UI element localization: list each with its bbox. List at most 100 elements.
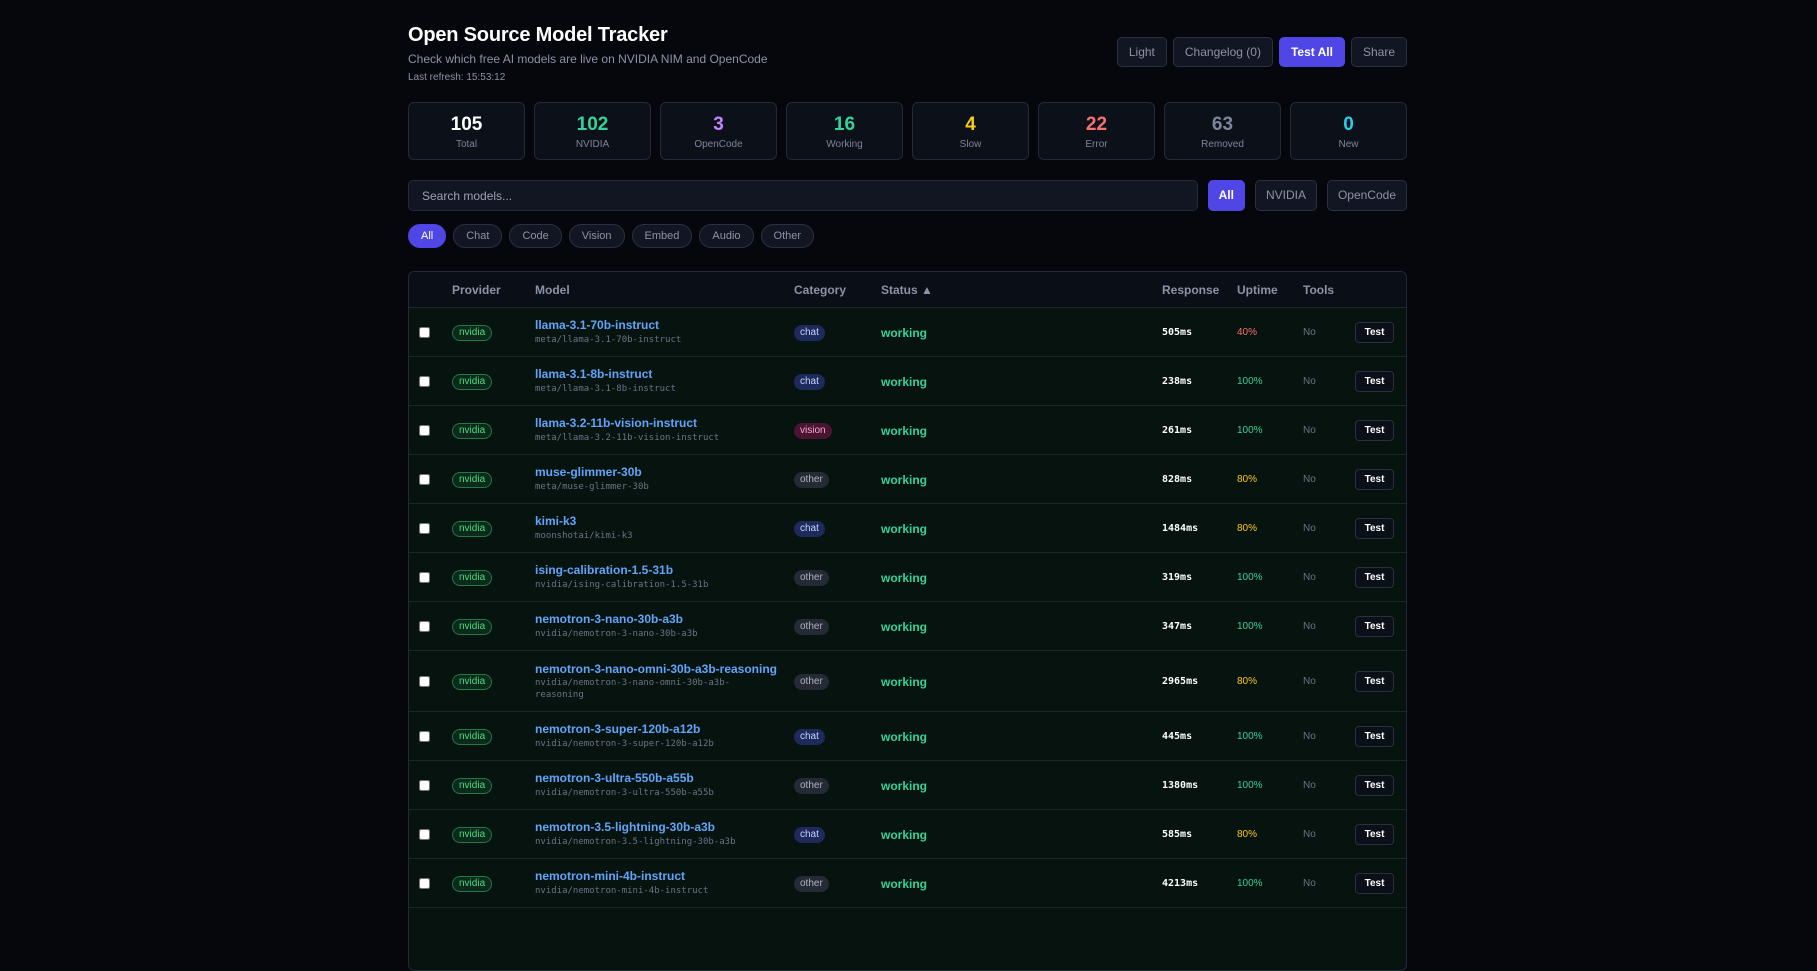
column-provider[interactable]: Provider [452,283,501,297]
provider-filter-opencode[interactable]: OpenCode [1326,180,1407,211]
test-model-button[interactable]: Test [1355,670,1394,692]
provider-badge: nvidia [452,875,493,892]
category-filter-other[interactable]: Other [760,224,815,248]
row-select-checkbox[interactable] [419,730,430,742]
model-name-link[interactable]: kimi-k3 [535,514,576,528]
response-time: 585ms [1162,828,1193,840]
test-model-button[interactable]: Test [1355,370,1394,392]
test-model-button[interactable]: Test [1355,566,1394,588]
tools-value: No [1303,473,1316,485]
stat-working: 16 Working [786,102,903,160]
category-filter-embed[interactable]: Embed [631,224,693,248]
model-name-link[interactable]: llama-3.1-8b-instruct [535,367,652,381]
stats-bar: 105 Total 102 NVIDIA 3 OpenCode 16 Working 4… [408,102,1407,160]
uptime-value: 100% [1237,375,1263,387]
row-select-checkbox[interactable] [419,473,430,485]
response-time: 238ms [1162,375,1193,387]
test-model-button[interactable]: Test [1355,725,1394,747]
test-model-button[interactable]: Test [1355,823,1394,845]
category-badge: other [794,673,829,690]
test-model-button[interactable]: Test [1355,774,1394,796]
table-header: Provider Model Category Status ▲ Respons… [409,272,1406,308]
provider-filter-all[interactable]: All [1207,180,1245,211]
provider-filter-nvidia[interactable]: NVIDIA [1254,180,1317,211]
stat-new: 0 New [1290,102,1407,160]
uptime-value: 100% [1237,571,1263,583]
category-filter-code[interactable]: Code [509,224,562,248]
model-name-link[interactable]: muse-glimmer-30b [535,465,642,479]
model-id: nvidia/nemotron-3-nano-omni-30b-a3b-reas… [535,678,731,700]
table-row: nvidia llama-3.2-11b-vision-instruct meta/… [409,406,1406,455]
status-text: working [881,876,928,891]
model-name-link[interactable]: nemotron-3-nano-omni-30b-a3b-reasoning [535,662,777,676]
test-model-button[interactable]: Test [1355,419,1394,441]
model-name-link[interactable]: llama-3.1-70b-instruct [535,318,659,332]
model-name-link[interactable]: nemotron-3-nano-30b-a3b [535,612,683,626]
model-name-link[interactable]: nemotron-3.5-lightning-30b-a3b [535,820,715,834]
tools-value: No [1303,828,1316,840]
theme-toggle-button[interactable]: Light [1116,37,1167,67]
tools-value: No [1303,730,1316,742]
page: Open Source Model Tracker Check which fr… [408,0,1407,971]
category-badge: other [794,618,829,635]
status-text: working [881,325,928,340]
uptime-value: 100% [1237,779,1263,791]
category-badge: other [794,875,829,892]
category-badge: other [794,471,829,488]
stat-value: 4 [965,114,976,135]
test-model-button[interactable]: Test [1355,468,1394,490]
test-all-button[interactable]: Test All [1278,37,1345,67]
model-name-link[interactable]: nemotron-mini-4b-instruct [535,869,685,883]
category-filter-chat[interactable]: Chat [453,224,503,248]
category-badge: chat [794,826,825,843]
test-model-button[interactable]: Test [1355,517,1394,539]
column-model[interactable]: Model [535,283,570,297]
share-button[interactable]: Share [1350,37,1407,67]
test-model-button[interactable]: Test [1355,872,1394,894]
column-category[interactable]: Category [794,283,846,297]
provider-badge: nvidia [452,422,493,439]
uptime-value: 80% [1237,473,1258,485]
test-model-button[interactable]: Test [1355,615,1394,637]
row-select-checkbox[interactable] [419,375,430,387]
page-subtitle: Check which free AI models are live on N… [408,52,768,66]
response-time: 828ms [1162,473,1193,485]
search-input[interactable] [408,180,1198,211]
model-id: meta/muse-glimmer-30b [535,482,649,492]
model-name-link[interactable]: ising-calibration-1.5-31b [535,563,673,577]
stat-value: 63 [1211,114,1234,135]
row-select-checkbox[interactable] [419,571,430,583]
uptime-value: 80% [1237,522,1258,534]
changelog-button[interactable]: Changelog (0) [1172,37,1273,67]
model-name-link[interactable]: llama-3.2-11b-vision-instruct [535,416,697,430]
table-row: nvidia ising-calibration-1.5-31b nvidia/is… [409,553,1406,602]
row-select-checkbox[interactable] [419,779,430,791]
column-tools[interactable]: Tools [1303,283,1334,297]
table-row: nvidia muse-glimmer-30b meta/muse-glimmer-… [409,455,1406,504]
response-time: 1484ms [1162,522,1199,534]
row-select-checkbox[interactable] [419,522,430,534]
model-id: meta/llama-3.1-70b-instruct [535,335,682,345]
row-select-checkbox[interactable] [419,675,430,687]
row-select-checkbox[interactable] [419,877,430,889]
category-filter-all[interactable]: All [408,224,447,248]
model-id: meta/llama-3.2-11b-vision-instruct [535,433,720,443]
row-select-checkbox[interactable] [419,828,430,840]
row-select-checkbox[interactable] [419,326,430,338]
row-select-checkbox[interactable] [419,424,430,436]
test-model-button[interactable]: Test [1355,321,1394,343]
page-title: Open Source Model Tracker [408,24,668,46]
model-name-link[interactable]: nemotron-3-ultra-550b-a55b [535,771,694,785]
column-uptime[interactable]: Uptime [1237,283,1278,297]
status-text: working [881,619,928,634]
status-text: working [881,778,928,793]
category-filter-vision[interactable]: Vision [568,224,625,248]
model-name-link[interactable]: nemotron-3-super-120b-a12b [535,722,700,736]
column-response[interactable]: Response [1162,283,1219,297]
uptime-value: 40% [1237,326,1258,338]
response-time: 347ms [1162,620,1193,632]
category-filter-audio[interactable]: Audio [699,224,754,248]
column-status[interactable]: Status ▲ [881,283,933,297]
stat-label: Removed [1201,139,1244,150]
row-select-checkbox[interactable] [419,620,430,632]
